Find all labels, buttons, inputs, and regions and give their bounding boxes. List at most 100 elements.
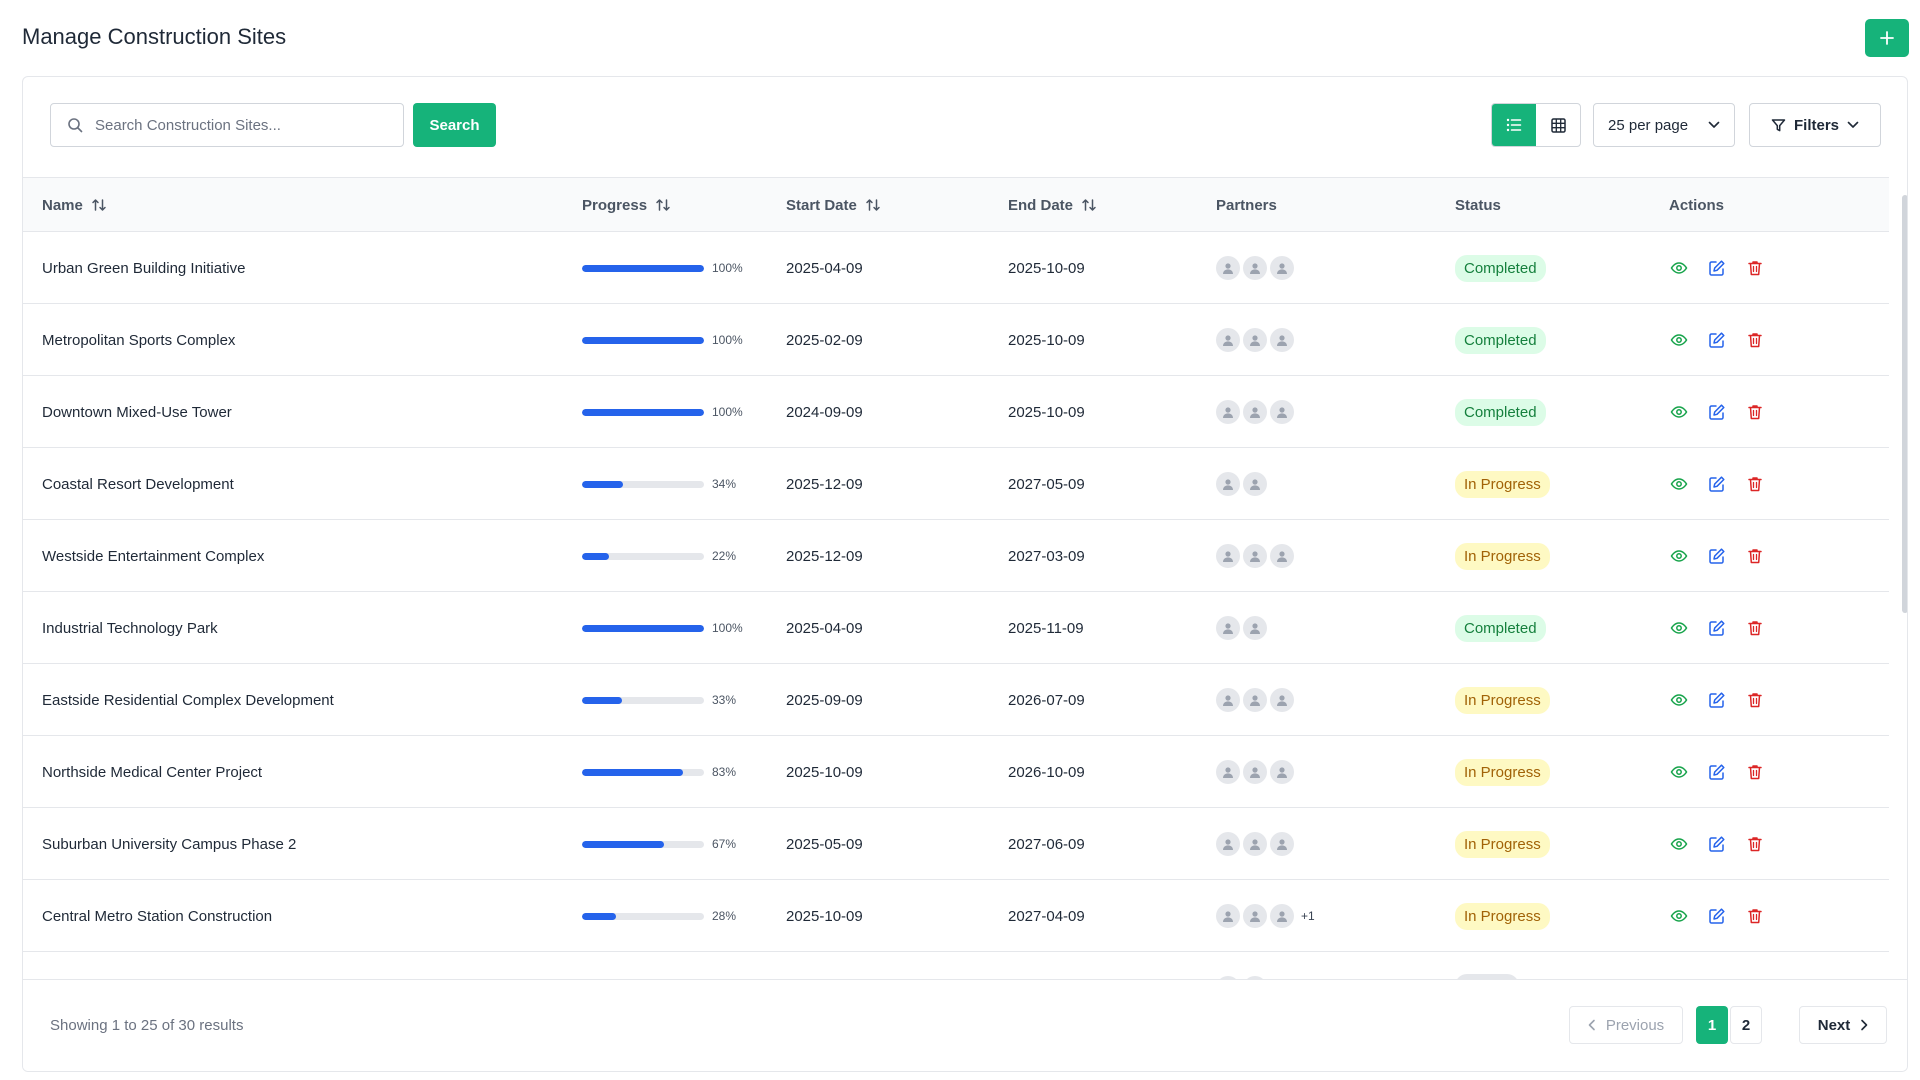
page-2-button[interactable]: 2 <box>1730 1006 1762 1044</box>
table-row[interactable]: Coastal Resort Development 34% 2025-12-09 2… <box>23 448 1889 520</box>
more-partners-count[interactable]: +1 <box>1301 909 1315 923</box>
partner-avatar[interactable] <box>1243 472 1267 496</box>
table-scrollbar[interactable] <box>1901 187 1907 977</box>
partner-avatar[interactable] <box>1270 544 1294 568</box>
partner-avatar[interactable] <box>1216 616 1240 640</box>
eye-icon <box>1670 547 1688 565</box>
page-1-button[interactable]: 1 <box>1696 1006 1728 1044</box>
edit-button[interactable] <box>1707 546 1727 566</box>
delete-button[interactable] <box>1745 330 1765 350</box>
view-button[interactable] <box>1669 402 1689 422</box>
user-icon <box>1248 549 1262 563</box>
view-button[interactable] <box>1669 834 1689 854</box>
delete-button[interactable] <box>1745 834 1765 854</box>
delete-button[interactable] <box>1745 618 1765 638</box>
partner-avatar[interactable] <box>1270 328 1294 352</box>
table-row[interactable]: Urban Green Building Initiative 100% 2025-… <box>23 232 1889 304</box>
filters-button[interactable]: Filters <box>1749 103 1881 147</box>
progress-percent: 33% <box>712 693 737 707</box>
partner-avatar[interactable] <box>1243 904 1267 928</box>
partner-avatar[interactable] <box>1216 256 1240 280</box>
table-row[interactable]: Eastside Residential Complex Development… <box>23 664 1889 736</box>
edit-button[interactable] <box>1707 906 1727 926</box>
partner-avatar[interactable] <box>1216 904 1240 928</box>
partner-avatar[interactable] <box>1216 328 1240 352</box>
edit-button[interactable] <box>1707 834 1727 854</box>
table-row[interactable]: Suburban University Campus Phase 2 67% 202… <box>23 808 1889 880</box>
view-button[interactable] <box>1669 258 1689 278</box>
table-row[interactable]: Industrial Technology Park 100% 2025-04-09… <box>23 592 1889 664</box>
progress-percent: 100% <box>712 621 743 635</box>
partner-avatar[interactable] <box>1216 832 1240 856</box>
column-header-end-date[interactable]: End Date <box>1008 178 1097 232</box>
grid-view-button[interactable] <box>1536 104 1580 146</box>
search-button[interactable]: Search <box>413 103 496 147</box>
add-site-button[interactable] <box>1865 19 1909 57</box>
table-row[interactable] <box>23 952 1889 979</box>
status-badge: In Progress <box>1455 470 1550 498</box>
table-row[interactable]: Metropolitan Sports Complex 100% 2025-02-0… <box>23 304 1889 376</box>
view-button[interactable] <box>1669 906 1689 926</box>
partner-avatar[interactable] <box>1243 544 1267 568</box>
previous-label: Previous <box>1605 1016 1665 1034</box>
previous-page-button[interactable]: Previous <box>1569 1006 1683 1044</box>
next-page-button[interactable]: Next <box>1799 1006 1887 1044</box>
progress-percent: 83% <box>712 765 737 779</box>
partner-avatar[interactable] <box>1270 760 1294 784</box>
per-page-select[interactable]: 25 per page <box>1593 103 1735 147</box>
delete-button[interactable] <box>1745 906 1765 926</box>
partner-avatar[interactable] <box>1243 688 1267 712</box>
edit-button[interactable] <box>1707 258 1727 278</box>
page-title: Manage Construction Sites <box>22 24 287 49</box>
edit-button[interactable] <box>1707 618 1727 638</box>
column-header-progress[interactable]: Progress <box>582 178 671 232</box>
edit-button[interactable] <box>1707 330 1727 350</box>
table-row[interactable]: Central Metro Station Construction 28% 202… <box>23 880 1889 952</box>
search-box[interactable] <box>50 103 404 147</box>
view-button[interactable] <box>1669 474 1689 494</box>
partner-avatar[interactable] <box>1270 832 1294 856</box>
progress-bar-fill <box>582 768 684 776</box>
partner-avatar[interactable] <box>1243 328 1267 352</box>
partner-avatar[interactable] <box>1216 760 1240 784</box>
delete-button[interactable] <box>1745 690 1765 710</box>
partner-avatar[interactable] <box>1243 832 1267 856</box>
view-button[interactable] <box>1669 546 1689 566</box>
partner-avatar[interactable] <box>1270 904 1294 928</box>
start-date: 2025-10-09 <box>786 907 863 925</box>
search-input[interactable] <box>95 116 385 134</box>
view-button[interactable] <box>1669 618 1689 638</box>
delete-button[interactable] <box>1745 546 1765 566</box>
partner-avatar[interactable] <box>1270 256 1294 280</box>
partner-avatar[interactable] <box>1270 400 1294 424</box>
table-row[interactable]: Downtown Mixed-Use Tower 100% 2024-09-09 20… <box>23 376 1889 448</box>
view-button[interactable] <box>1669 762 1689 782</box>
view-button[interactable] <box>1669 330 1689 350</box>
edit-button[interactable] <box>1707 762 1727 782</box>
table-row[interactable]: Northside Medical Center Project 83% 2025-… <box>23 736 1889 808</box>
partner-avatar[interactable] <box>1270 688 1294 712</box>
partner-avatar[interactable] <box>1243 760 1267 784</box>
delete-button[interactable] <box>1745 258 1765 278</box>
partner-avatar[interactable] <box>1216 472 1240 496</box>
delete-button[interactable] <box>1745 474 1765 494</box>
progress-percent: 100% <box>712 261 743 275</box>
column-header-name[interactable]: Name <box>42 178 107 232</box>
partner-avatar[interactable] <box>1216 544 1240 568</box>
view-button[interactable] <box>1669 690 1689 710</box>
partner-avatar[interactable] <box>1243 616 1267 640</box>
partner-avatar[interactable] <box>1216 688 1240 712</box>
column-header-start-date[interactable]: Start Date <box>786 178 881 232</box>
scrollbar-thumb[interactable] <box>1902 195 1907 613</box>
partner-avatar[interactable] <box>1243 400 1267 424</box>
list-view-button[interactable] <box>1492 104 1536 146</box>
edit-button[interactable] <box>1707 474 1727 494</box>
table-row[interactable]: Westside Entertainment Complex 22% 2025-12… <box>23 520 1889 592</box>
partner-avatar[interactable] <box>1243 256 1267 280</box>
edit-button[interactable] <box>1707 402 1727 422</box>
edit-button[interactable] <box>1707 690 1727 710</box>
partner-avatar[interactable] <box>1216 400 1240 424</box>
delete-button[interactable] <box>1745 402 1765 422</box>
delete-button[interactable] <box>1745 762 1765 782</box>
status-badge: Completed <box>1455 614 1546 642</box>
